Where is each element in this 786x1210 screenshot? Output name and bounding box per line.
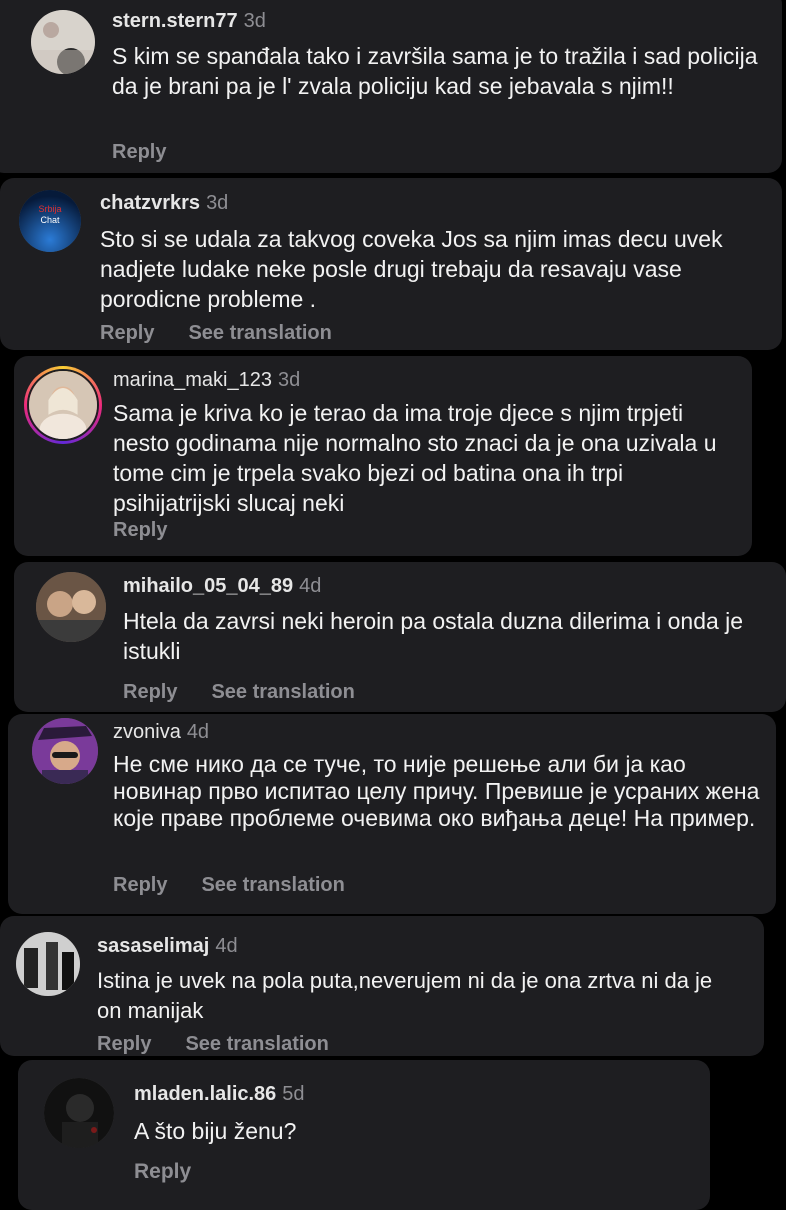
comment-text: S kim se spanđala tako i završila sama j… [112,43,758,99]
avatar[interactable] [24,366,102,444]
comment-actions: Reply [112,141,166,164]
username-link[interactable]: chatzvrkrs [100,192,200,214]
see-translation-button[interactable]: See translation [201,874,344,896]
comment-actions: Reply See translation [100,322,332,345]
comment-actions: Reply [113,519,167,542]
avatar[interactable]: Srbija Chat [19,190,81,252]
comment-text: Не сме нико да се туче, то није решење а… [113,751,760,831]
comment-header: stern.stern77 3d [112,10,266,33]
username-link[interactable]: mihailo_05_04_89 [123,575,293,597]
username-link[interactable]: stern.stern77 [112,10,238,32]
comment-header: chatzvrkrs 3d [100,192,228,215]
timestamp: 3d [243,10,266,32]
avatar[interactable] [36,572,106,642]
comment-header: marina_maki_123 3d [113,369,300,392]
avatar[interactable] [44,1078,114,1148]
comment-text: Istina je uvek na pola puta,neverujem ni… [97,968,713,1023]
comment-header: sasaselimaj 4d [97,935,238,958]
comment-actions: Reply See translation [123,681,355,704]
avatar-text: Srbija [38,204,61,214]
timestamp: 4d [299,575,322,597]
see-translation-button[interactable]: See translation [188,322,331,344]
avatar[interactable] [31,10,95,74]
comment-header: mladen.lalic.86 5d [134,1083,305,1106]
comment-text: Sto si se udala za takvog coveka Jos sa … [100,226,723,312]
reply-button[interactable]: Reply [100,322,154,344]
comment-text: A što biju ženu? [134,1118,297,1144]
username-link[interactable]: zvoniva [113,721,181,743]
reply-button[interactable]: Reply [123,681,177,703]
reply-button[interactable]: Reply [113,874,167,896]
reply-button[interactable]: Reply [113,519,167,541]
comment-header: mihailo_05_04_89 4d [123,575,321,598]
timestamp: 3d [206,192,229,214]
comment-header: zvoniva 4d [113,721,209,744]
avatar[interactable] [32,718,98,784]
comment-text: Htela da zavrsi neki heroin pa ostala du… [123,608,744,664]
comment-text: Sama je kriva ko je terao da ima troje d… [113,400,717,516]
timestamp: 4d [186,721,210,743]
username-link[interactable]: marina_maki_123 [113,369,272,391]
timestamp: 5d [282,1083,305,1105]
timestamp: 4d [215,935,238,957]
avatar-text: Chat [40,215,60,225]
reply-button[interactable]: Reply [134,1160,191,1183]
reply-button[interactable]: Reply [112,141,166,163]
see-translation-button[interactable]: See translation [211,681,354,703]
comment-actions: Reply [134,1160,191,1184]
avatar[interactable] [16,932,80,996]
reply-button[interactable]: Reply [97,1033,151,1055]
comment-actions: Reply See translation [113,874,345,897]
timestamp: 3d [277,369,301,391]
username-link[interactable]: sasaselimaj [97,935,209,957]
username-link[interactable]: mladen.lalic.86 [134,1083,276,1105]
comment-actions: Reply See translation [97,1033,329,1056]
see-translation-button[interactable]: See translation [185,1033,328,1055]
